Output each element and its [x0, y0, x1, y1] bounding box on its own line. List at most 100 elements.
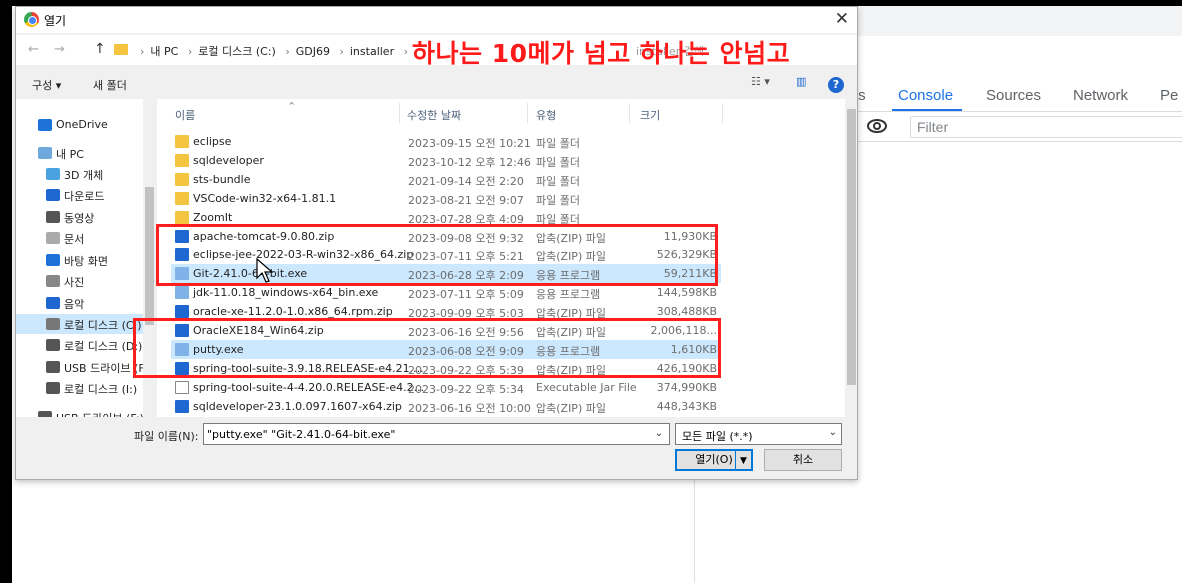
nav-item-icon: [46, 382, 60, 394]
breadcrumb[interactable]: › 내 PC › 로컬 디스크 (C:) › GDJ69 › installer ›: [134, 43, 414, 59]
file-type: 응용 프로그램: [536, 288, 601, 302]
nav-item[interactable]: 동영상: [16, 207, 156, 227]
crumb-gdj69[interactable]: GDJ69: [296, 45, 330, 58]
file-name: sts-bundle: [193, 172, 251, 186]
nav-item[interactable]: 사진: [16, 271, 156, 291]
nav-item-icon: [46, 168, 60, 180]
nav-item-label: 바탕 화면: [64, 255, 108, 268]
active-tab-underline: [892, 109, 962, 111]
nav-item-icon: [46, 211, 60, 223]
nav-item-label: OneDrive: [56, 118, 108, 131]
nav-item-icon: [46, 232, 60, 244]
nav-item[interactable]: OneDrive: [16, 115, 156, 135]
filter-input[interactable]: Filter: [910, 116, 1182, 138]
crumb-installer[interactable]: installer: [350, 45, 394, 58]
devtools-header: [858, 6, 1182, 36]
back-arrow-icon[interactable]: ←: [28, 42, 39, 57]
file-scroll-thumb[interactable]: [847, 109, 856, 385]
nav-item-label: 음악: [64, 298, 85, 311]
new-folder-button[interactable]: 새 폴더: [93, 77, 127, 93]
file-row[interactable]: sqldeveloper 2023-10-12 오후 12:46 파일 폴더: [171, 151, 721, 170]
file-type: 파일 폴더: [536, 137, 580, 150]
file-row[interactable]: VSCode-win32-x64-1.81.1 2023-08-21 오전 9:0…: [171, 189, 721, 208]
file-row[interactable]: spring-tool-suite-4-4.20.0.RELEASE-e4.2.…: [171, 378, 721, 397]
dialog-toolbar: 구성 ▾ 새 폴더 ☷ ▾ ▥ ?: [16, 71, 857, 97]
tab-network[interactable]: Network: [1073, 87, 1128, 104]
nav-item-label: USB 드라이브 (F:): [56, 410, 144, 417]
nav-item-icon: [46, 297, 60, 309]
nav-item-icon: [46, 361, 60, 373]
nav-item[interactable]: 로컬 디스크 (I:): [16, 378, 156, 398]
file-name: eclipse: [193, 135, 232, 148]
column-header-type[interactable]: 유형: [536, 107, 556, 123]
nav-item-icon: [46, 275, 60, 287]
filename-input[interactable]: "putty.exe" "Git-2.41.0-64-bit.exe": [203, 423, 670, 445]
column-header-modified[interactable]: 수정한 날짜: [407, 107, 461, 123]
file-row[interactable]: jdk-11.0.18_windows-x64_bin.exe 2023-07-1…: [171, 283, 721, 302]
file-type: 압축(ZIP) 파일: [536, 401, 606, 415]
nav-item[interactable]: 다운로드: [16, 185, 156, 205]
eye-icon[interactable]: [866, 117, 888, 135]
file-name: ZoomIt: [193, 210, 233, 224]
tab-sources[interactable]: Sources: [986, 87, 1041, 104]
file-zip-icon: [175, 399, 189, 413]
file-date: 2023-06-16 오전 10:00: [408, 401, 531, 415]
nav-item[interactable]: 내 PC: [16, 143, 156, 163]
nav-item-label: 동영상: [64, 212, 95, 225]
sort-chevron-icon: ⌃: [287, 100, 297, 113]
nav-item[interactable]: 문서: [16, 228, 156, 248]
organize-button[interactable]: 구성 ▾: [32, 77, 61, 93]
nav-item-label: 3D 개체: [64, 169, 104, 182]
preview-pane-icon[interactable]: ▥: [796, 75, 806, 88]
view-options-icon[interactable]: ☷ ▾: [751, 75, 770, 88]
file-date: 2023-09-15 오전 10:21: [408, 137, 531, 150]
file-name: jdk-11.0.18_windows-x64_bin.exe: [193, 286, 379, 300]
chevron-down-icon[interactable]: ⌄: [649, 424, 669, 444]
column-divider[interactable]: [527, 103, 528, 123]
file-date: 2023-08-21 오전 9:07: [408, 193, 524, 207]
tab-performance-partial[interactable]: Pe: [1160, 87, 1178, 104]
forward-arrow-icon[interactable]: →: [54, 42, 65, 57]
file-size: 308,488KB: [656, 305, 717, 319]
open-dropdown-button[interactable]: ▼: [735, 449, 753, 471]
folder-icon: [114, 44, 128, 55]
file-row[interactable]: eclipse 2023-09-15 오전 10:21 파일 폴더: [171, 132, 721, 151]
nav-scroll-thumb[interactable]: [145, 187, 154, 325]
crumb-my-pc[interactable]: 내 PC: [150, 45, 178, 58]
column-divider[interactable]: [399, 103, 400, 123]
up-arrow-icon[interactable]: ↑: [94, 41, 106, 57]
column-header-size[interactable]: 크기: [640, 107, 660, 123]
crumb-local-disk[interactable]: 로컬 디스크 (C:): [198, 45, 276, 58]
file-row[interactable]: sqldeveloper-23.1.0.097.1607-x64.zip 2023…: [171, 397, 721, 416]
nav-item-label: 문서: [64, 233, 85, 246]
cancel-button[interactable]: 취소: [764, 449, 842, 471]
nav-item[interactable]: 3D 개체: [16, 164, 156, 184]
devtools-panel: ts Console Sources Network Pe Filter: [854, 6, 1182, 583]
nav-item-icon: [38, 119, 52, 131]
nav-item[interactable]: 음악: [16, 293, 156, 313]
file-date: 2023-10-12 오후 12:46: [408, 155, 531, 169]
tab-console[interactable]: Console: [898, 87, 953, 104]
file-name: spring-tool-suite-4-4.20.0.RELEASE-e4.2.…: [193, 380, 425, 394]
close-icon[interactable]: ✕: [835, 9, 849, 29]
file-type: 파일 폴더: [536, 155, 580, 169]
divider: [694, 480, 695, 583]
file-size: 448,343KB: [656, 399, 717, 413]
nav-item-icon: [46, 254, 60, 266]
column-divider[interactable]: [722, 103, 723, 123]
filetype-select[interactable]: 모든 파일 (*.*) ⌄: [675, 423, 842, 445]
file-jar-icon: [175, 380, 189, 394]
file-row[interactable]: sts-bundle 2021-09-14 오전 2:20 파일 폴더: [171, 170, 721, 189]
nav-item-label: 사진: [64, 276, 85, 289]
nav-item-label: 다운로드: [64, 190, 105, 203]
dialog-title: 열기: [44, 14, 67, 28]
screen: { "overlay_caption": "하나는 10메가 넘고 하나는 안넘…: [0, 0, 1182, 583]
column-divider[interactable]: [629, 103, 630, 123]
file-date: 2023-07-11 오후 5:09: [408, 288, 524, 302]
nav-item[interactable]: USB 드라이브 (F:): [16, 407, 156, 417]
nav-item[interactable]: 바탕 화면: [16, 250, 156, 270]
column-header-name[interactable]: 이름: [175, 107, 195, 123]
help-icon[interactable]: ?: [828, 77, 844, 93]
file-folder-icon: [175, 172, 189, 186]
file-date: 2023-09-22 오후 5:34: [408, 382, 524, 396]
